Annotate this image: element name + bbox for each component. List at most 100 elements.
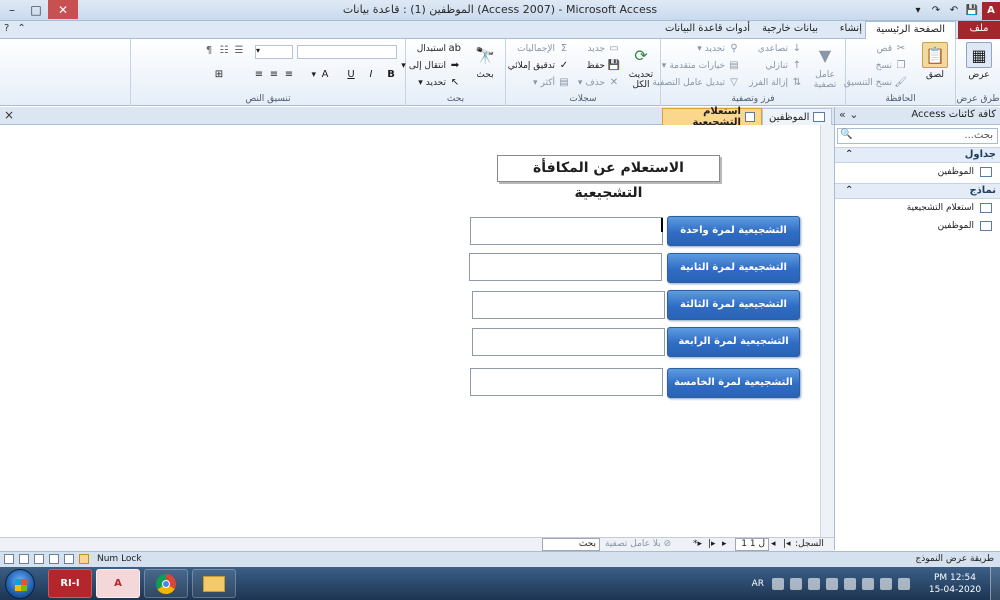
bonus-fifth-button[interactable]: التشجيعية لمرة الخامسة — [667, 368, 800, 398]
select-button[interactable]: ↖ تحديد ▾ — [418, 77, 461, 89]
nav-item-employees-table[interactable]: الموظفين — [835, 163, 1000, 181]
pivot-view-icon[interactable] — [49, 554, 59, 564]
bonus-field-5[interactable] — [470, 368, 663, 396]
close-document-icon[interactable]: × — [4, 108, 14, 122]
nav-group-tables[interactable]: جداول ⌃ — [835, 147, 1000, 163]
tab-employees[interactable]: الموظفين — [762, 108, 832, 125]
save-record-button[interactable]: 💾 حفظ — [586, 60, 620, 72]
tray-app-icon[interactable] — [898, 577, 910, 590]
save-icon[interactable]: 💾 — [964, 3, 980, 19]
clock[interactable]: PM 12:54 15-04-2020 — [920, 572, 990, 596]
flag-icon[interactable] — [880, 577, 892, 590]
bonus-field-1[interactable] — [470, 217, 663, 245]
undo-icon[interactable]: ↶ — [946, 3, 962, 19]
vertical-scrollbar[interactable] — [820, 125, 834, 537]
font-color-button[interactable]: A ▾ — [311, 69, 331, 81]
totals-button[interactable]: Σ الإجماليات — [517, 43, 570, 55]
advanced-button[interactable]: ▤ خيارات متقدمة ▾ — [662, 60, 740, 72]
more-button[interactable]: ▤ أكثر ▾ — [533, 77, 570, 89]
language-indicator[interactable]: AR — [752, 579, 764, 589]
spelling-button[interactable]: ✓ تدقيق إملائي — [508, 60, 570, 72]
customize-qat-icon[interactable]: ▾ — [910, 3, 926, 19]
table-view-icon[interactable] — [64, 554, 74, 564]
volume-icon[interactable] — [826, 577, 838, 590]
toggle-filter-button[interactable]: ▽ تبديل عامل التصفية — [652, 77, 740, 89]
gridlines-button[interactable]: ⊞ — [213, 69, 225, 81]
bonus-field-4[interactable] — [472, 328, 665, 356]
remove-sort-button[interactable]: ⇅ إزالة الفرز — [749, 77, 803, 89]
records-group: ⟳ تحديث الكل ▭ جديد 💾 حفظ ✕ حذف ▾ Σ الإجماليا… — [505, 39, 660, 106]
redo-icon[interactable]: ↷ — [928, 3, 944, 19]
new-record-icon[interactable]: ▸* — [693, 539, 702, 549]
design-view-icon[interactable] — [4, 554, 14, 564]
nav-item-employees-form[interactable]: الموظفين — [835, 217, 1000, 235]
form-view-icon[interactable] — [79, 554, 89, 564]
taskbar-app-chrome[interactable] — [144, 569, 188, 598]
help-icon[interactable]: ? — [4, 23, 9, 34]
delete-record-button[interactable]: ✕ حذف ▾ — [578, 77, 620, 89]
taskbar-app-access[interactable]: A — [96, 569, 140, 598]
bold-button[interactable]: B — [385, 69, 397, 81]
nav-pane-controls[interactable]: « ⌄ — [839, 108, 858, 121]
underline-button[interactable]: U — [345, 69, 357, 81]
no-filter-indicator[interactable]: ⊘ بلا عامل تصفية — [605, 539, 671, 549]
find-button[interactable]: 🔭 بحث — [468, 42, 502, 81]
network-icon[interactable] — [844, 577, 856, 590]
first-record-icon[interactable]: ◂| — [783, 539, 791, 549]
tray-app-icon[interactable] — [790, 577, 802, 590]
view-button[interactable]: ▦ عرض — [962, 42, 996, 80]
tray-app-icon[interactable] — [772, 577, 784, 590]
goto-button[interactable]: ➡ انتقال إلى ▾ — [401, 60, 461, 72]
filter-button[interactable]: ▼ عامل تصفية — [808, 42, 842, 91]
tab-query-bonus[interactable]: استعلام التشجيعية — [662, 106, 762, 128]
font-name-dropdown[interactable] — [297, 45, 397, 59]
tab-file[interactable]: ملف — [958, 21, 1000, 39]
descending-button[interactable]: ↑ تنازلي — [765, 60, 803, 72]
font-size-dropdown[interactable]: ▾ — [255, 45, 293, 59]
taskbar-app-ri[interactable]: RI-I — [48, 569, 92, 598]
tab-database-tools[interactable]: أدوات قاعدة البيانات — [655, 21, 760, 39]
format-painter-button[interactable]: 🖌 نسخ التنسيق — [844, 77, 907, 89]
layout-view-icon[interactable] — [19, 554, 29, 564]
bonus-second-button[interactable]: التشجيعية لمرة الثانية — [667, 253, 800, 283]
refresh-all-button[interactable]: ⟳ تحديث الكل — [624, 42, 658, 91]
bonus-third-button[interactable]: التشجيعية لمرة الثالثة — [667, 290, 800, 320]
copy-button[interactable]: ❐ نسخ — [876, 60, 907, 72]
view-mode-label: طريقة عرض النموذج — [915, 554, 994, 564]
selection-button[interactable]: ⚲ تحديد ▾ — [697, 43, 740, 55]
nav-pane-header[interactable]: كافة كائنات Access « ⌄ — [835, 107, 1000, 125]
replace-button[interactable]: ab استبدال — [417, 43, 461, 55]
minimize-ribbon-icon[interactable]: ⌃ — [17, 23, 25, 34]
cut-button[interactable]: ✂ قص — [877, 43, 907, 55]
new-record-button[interactable]: ▭ جديد — [587, 43, 620, 55]
taskbar-app-explorer[interactable] — [192, 569, 236, 598]
tray-app-icon[interactable] — [808, 577, 820, 590]
tray-app-icon[interactable] — [862, 577, 874, 590]
record-position[interactable]: 1 ل 1 — [735, 538, 769, 551]
nav-search-input[interactable]: بحث... 🔍 — [837, 128, 998, 144]
collapse-chevron-icon[interactable]: ⌃ — [845, 149, 853, 160]
collapse-chevron-icon[interactable]: ⌃ — [845, 185, 853, 196]
tab-external-data[interactable]: بيانات خارجية — [752, 21, 828, 39]
list-buttons[interactable]: ☰ ☷ ¶ — [203, 45, 245, 57]
italic-button[interactable]: I — [365, 69, 377, 81]
last-record-icon[interactable]: ▸| — [708, 539, 716, 549]
previous-record-icon[interactable]: ◂ — [771, 539, 776, 549]
bonus-field-2[interactable] — [469, 253, 662, 281]
datasheet-view-icon[interactable] — [34, 554, 44, 564]
search-icon[interactable]: 🔍 — [840, 129, 852, 140]
start-button[interactable] — [5, 569, 35, 599]
ascending-button[interactable]: ↓ تصاعدي — [758, 43, 803, 55]
show-desktop-button[interactable] — [990, 567, 1000, 600]
nav-item-query-bonus-form[interactable]: استعلام التشجيعية — [835, 199, 1000, 217]
bonus-field-3[interactable] — [472, 291, 665, 319]
bonus-fourth-button[interactable]: التشجيعية لمرة الرابعة — [667, 327, 800, 357]
next-record-icon[interactable]: ▸ — [722, 539, 727, 549]
tab-home[interactable]: الصفحة الرئيسية — [865, 21, 956, 40]
align-buttons[interactable]: ≡ ≡ ≡ — [253, 69, 295, 81]
paste-button[interactable]: 📋 لصق — [918, 42, 952, 80]
nav-group-forms[interactable]: نماذج ⌃ — [835, 183, 1000, 199]
record-search-box[interactable]: بحث — [542, 538, 600, 551]
bonus-once-button[interactable]: التشجيعية لمرة واحدة — [667, 216, 800, 246]
quick-access-toolbar: ▾ ↷ ↶ 💾 A — [908, 0, 1000, 21]
